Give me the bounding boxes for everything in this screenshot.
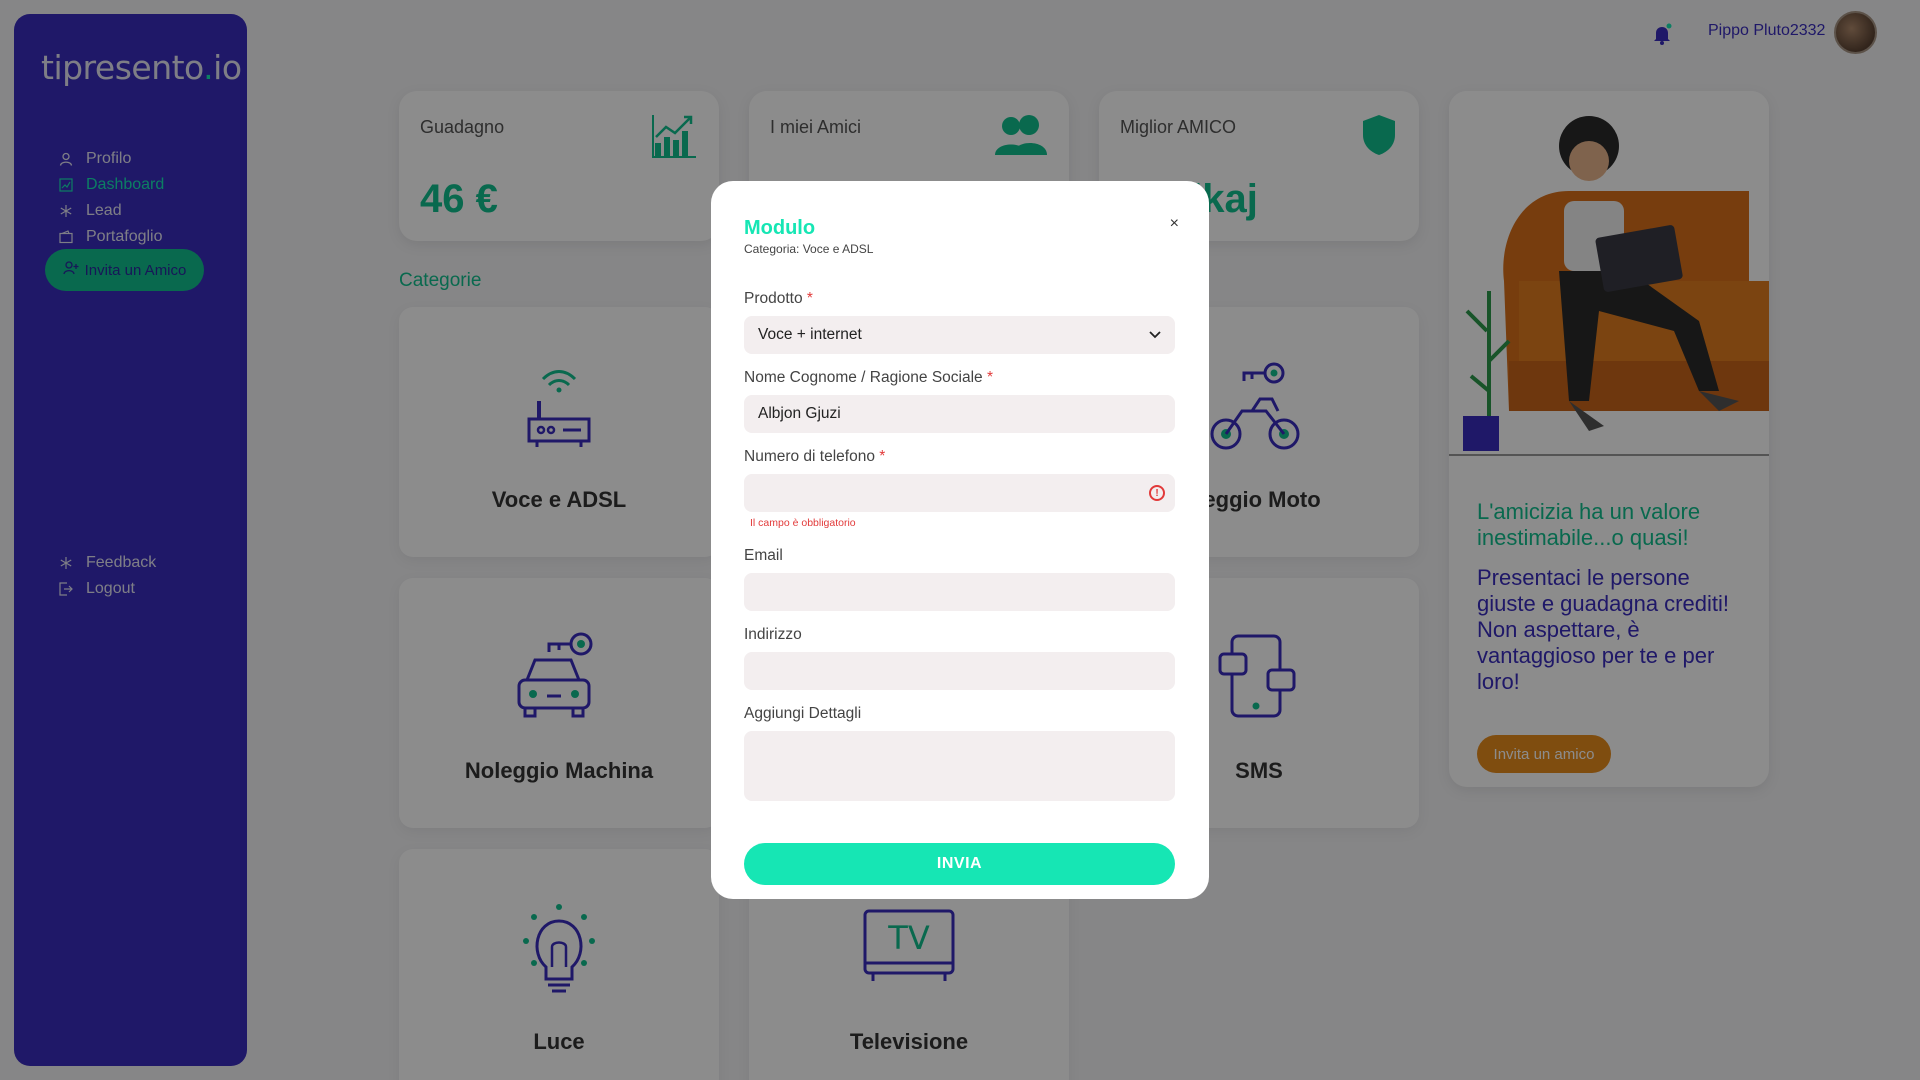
nome-label: Nome Cognome / Ragione Sociale * <box>744 369 994 386</box>
email-field[interactable] <box>744 573 1175 611</box>
nome-field[interactable] <box>744 395 1175 433</box>
prodotto-label: Prodotto * <box>744 290 813 307</box>
submit-button[interactable]: INVIA <box>744 843 1175 885</box>
modal-subtitle: Categoria: Voce e ADSL <box>744 242 874 256</box>
telefono-label: Numero di telefono * <box>744 448 886 465</box>
close-icon[interactable]: × <box>1170 215 1179 233</box>
dettagli-field[interactable] <box>744 731 1175 801</box>
indirizzo-label: Indirizzo <box>744 626 802 643</box>
modal-title: Modulo <box>744 217 816 239</box>
form-modal: Modulo Categoria: Voce e ADSL × Prodotto… <box>711 181 1209 899</box>
chevron-down-icon <box>1149 326 1161 344</box>
telefono-wrapper: ! <box>744 474 1175 512</box>
error-icon: ! <box>1149 485 1165 501</box>
email-label: Email <box>744 547 783 564</box>
telefono-field[interactable] <box>744 474 1175 512</box>
dettagli-label: Aggiungi Dettagli <box>744 705 862 722</box>
prodotto-select[interactable]: Voce + internet <box>744 316 1175 354</box>
prodotto-selected-value: Voce + internet <box>758 326 862 343</box>
indirizzo-field[interactable] <box>744 652 1175 690</box>
telefono-error: Il campo è obbligatorio <box>750 517 856 529</box>
